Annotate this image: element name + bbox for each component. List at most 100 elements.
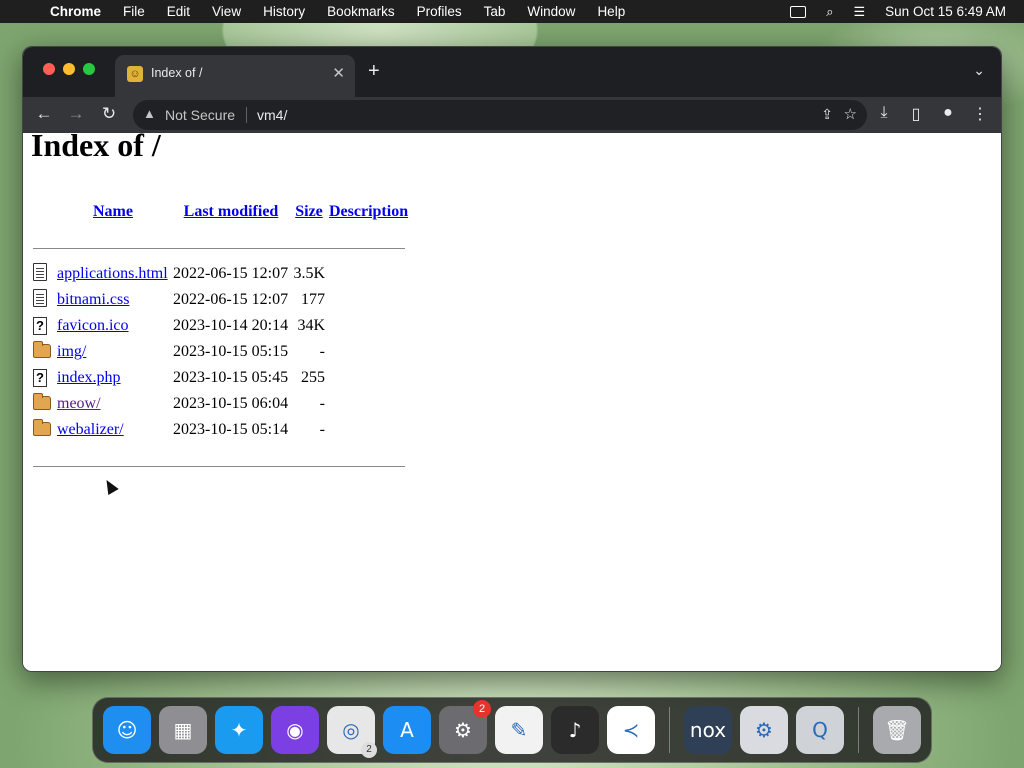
unknown-file-icon: ? [33, 317, 53, 335]
menu-view[interactable]: View [212, 4, 241, 19]
share-icon[interactable]: ⇪ [821, 106, 833, 123]
dock-glyph: ◎ [342, 718, 360, 742]
dock-glyph: ⚙ [454, 718, 472, 742]
dock-glyph: ▦ [173, 718, 193, 742]
dock-glyph: ☺ [116, 718, 138, 742]
sort-by-size-link[interactable]: Size [295, 203, 323, 220]
chrome-icon[interactable]: ◎ 2 [327, 706, 377, 758]
name-header: Name [55, 201, 171, 223]
menu-tab[interactable]: Tab [484, 4, 506, 19]
tab-strip: ☺ Index of / ✕ + ⌄ [23, 47, 1001, 97]
row-modified-cell: 2023-10-15 06:04 [173, 395, 289, 412]
menu-profiles[interactable]: Profiles [417, 4, 462, 19]
more-menu-icon[interactable]: ⋮ [969, 104, 991, 124]
security-status[interactable]: Not Secure [165, 107, 235, 123]
document-icon [33, 288, 53, 307]
table-row: img/2023-10-15 05:15 - [31, 339, 410, 365]
page-content: Index of / Name Last modified Size Descr… [23, 127, 1001, 671]
quicktime-icon[interactable]: Q [796, 706, 844, 754]
header-divider [33, 247, 405, 249]
row-icon-cell [31, 417, 55, 443]
sort-by-description-link[interactable]: Description [329, 203, 408, 220]
safari-icon[interactable]: ✦ [215, 706, 263, 754]
security-warning-icon[interactable]: ▲ [143, 106, 156, 121]
row-icon-cell [31, 339, 55, 365]
dock-badge: 2 [361, 742, 377, 758]
finder-icon[interactable]: ☺ [103, 706, 151, 754]
unknown-file-icon: ? [33, 369, 53, 387]
file-link[interactable]: meow/ [57, 395, 101, 412]
system-settings-icon[interactable]: ⚙ 2 [439, 700, 491, 754]
file-link[interactable]: bitnami.css [57, 291, 129, 308]
file-link[interactable]: applications.html [57, 265, 168, 282]
back-button[interactable]: ← [33, 104, 55, 124]
row-size-cell: 177 [301, 291, 325, 308]
bookmark-star-icon[interactable]: ☆ [844, 105, 857, 123]
description-header: Description [327, 201, 410, 223]
file-link[interactable]: index.php [57, 369, 121, 386]
row-description-cell [327, 365, 410, 391]
menu-window[interactable]: Window [527, 4, 575, 19]
table-row: ? index.php 2023-10-15 05:45 255 [31, 365, 410, 391]
nox-icon[interactable]: nox [684, 706, 732, 754]
menubar-clock[interactable]: Sun Oct 15 6:49 AM [885, 4, 1006, 19]
row-name-cell: img/ [55, 339, 171, 365]
profile-avatar-icon[interactable]: ● [937, 104, 959, 122]
tab-search-chevron-icon[interactable]: ⌄ [973, 62, 985, 79]
row-icon-cell: ? [31, 313, 55, 339]
zoom-window-button[interactable] [83, 63, 95, 75]
row-description-cell [327, 261, 410, 287]
dock-separator [858, 707, 859, 753]
address-bar[interactable]: ▲ Not Secure vm4/ ⇪ ☆ [133, 100, 867, 130]
modified-header: Last modified [171, 201, 291, 223]
side-panel-icon[interactable]: ▯ [905, 104, 927, 124]
launchpad-icon[interactable]: ▦ [159, 706, 207, 754]
dock-glyph: Q [812, 718, 828, 742]
firefox-icon[interactable]: ◉ [271, 706, 319, 754]
file-link[interactable]: img/ [57, 343, 86, 360]
vscode-icon[interactable]: ≺ [607, 706, 655, 754]
new-tab-button[interactable]: + [368, 60, 380, 83]
header-rule-row [31, 223, 410, 261]
reload-button[interactable]: ↻ [98, 104, 120, 124]
spotlight-search-icon[interactable]: ⌕ [826, 4, 833, 20]
table-row: bitnami.css 2022-06-15 12:07 177 [31, 287, 410, 313]
downloads-icon[interactable]: ⤓ [873, 104, 895, 122]
row-name-cell: favicon.ico [55, 313, 171, 339]
menu-bookmarks[interactable]: Bookmarks [327, 4, 395, 19]
folder-icon [33, 341, 53, 358]
file-link[interactable]: favicon.ico [57, 317, 129, 334]
close-window-button[interactable] [43, 63, 55, 75]
row-modified-cell: 2023-10-15 05:45 [173, 369, 289, 386]
garageband-icon[interactable]: ♪ [551, 706, 599, 754]
row-name-cell: bitnami.css [55, 287, 171, 313]
address-url[interactable]: vm4/ [257, 107, 287, 123]
screen-mirroring-icon[interactable] [790, 5, 807, 18]
tab-favicon-icon: ☺ [127, 66, 143, 82]
footer-rule-row [31, 443, 410, 479]
preferences-gear-icon[interactable]: ⚙ [740, 706, 788, 754]
minimize-window-button[interactable] [63, 63, 75, 75]
control-center-icon[interactable]: ☰ [854, 4, 866, 20]
tab-active[interactable]: ☺ Index of / ✕ [115, 55, 355, 97]
menu-help[interactable]: Help [597, 4, 625, 19]
menu-file[interactable]: File [123, 4, 145, 19]
menu-edit[interactable]: Edit [167, 4, 190, 19]
tab-close-icon[interactable]: ✕ [332, 64, 345, 82]
trash-icon[interactable]: 🗑 [873, 706, 921, 754]
sort-by-name-link[interactable]: Name [93, 203, 133, 220]
textedit-icon[interactable]: ✎ [495, 706, 543, 754]
app-store-icon[interactable]: A [383, 706, 431, 754]
menu-app-name[interactable]: Chrome [50, 4, 101, 19]
dock-glyph: A [400, 718, 414, 742]
row-modified-cell: 2023-10-14 20:14 [173, 317, 289, 334]
file-link[interactable]: webalizer/ [57, 421, 124, 438]
row-size-cell: - [319, 395, 325, 412]
dock-badge: 2 [473, 700, 491, 718]
forward-button[interactable]: → [65, 104, 87, 124]
sort-by-modified-link[interactable]: Last modified [184, 203, 279, 220]
folder-icon [33, 419, 53, 436]
row-icon-cell [31, 391, 55, 417]
row-name-cell: webalizer/ [55, 417, 171, 443]
menu-history[interactable]: History [263, 4, 305, 19]
